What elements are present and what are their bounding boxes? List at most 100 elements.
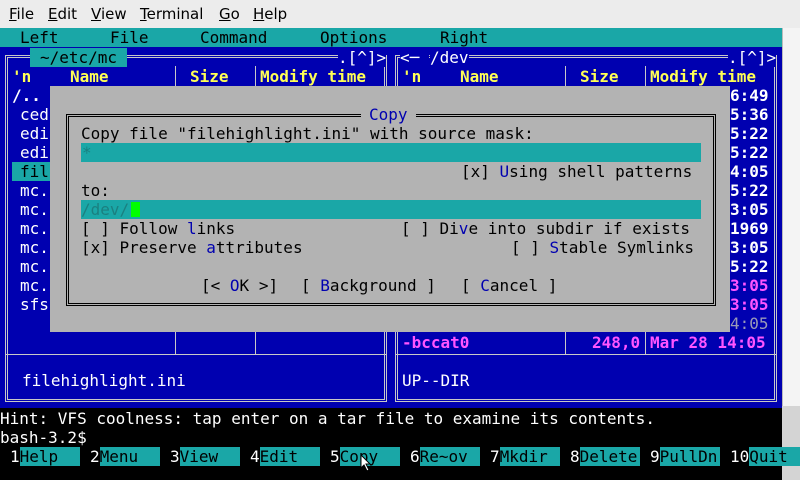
fkey-8[interactable]: 8Delete [570,447,640,466]
shell-prompt[interactable]: bash-3.2$ [0,428,96,447]
fkey-number: 8 [570,447,580,466]
cancel-button[interactable]: [ Cancel ] [461,276,557,295]
right-row-mtime[interactable]: 4:05 [730,162,769,181]
fkey-label: Re~ov [419,447,480,466]
terminal-scrollbar-thumb[interactable] [782,28,800,406]
right-row-mtime[interactable]: 3:05 [730,276,769,295]
left-file-row[interactable]: /.. [12,86,41,105]
right-row-mtime[interactable]: 5:36 [730,105,769,124]
fkey-label: PullDn [659,447,720,466]
right-col-mtime[interactable]: Modify time [650,67,756,86]
follow-links-checkbox[interactable]: [ ] Follow links [81,219,235,238]
right-last-mtime[interactable]: Mar 28 14:05 [650,333,766,352]
left-file-row[interactable]: mc. [20,238,49,257]
right-row-mtime[interactable]: 1969 [730,219,769,238]
left-col-n[interactable]: 'n [12,67,31,86]
right-row-mtime[interactable]: 3:05 [730,200,769,219]
left-file-row[interactable]: edi [20,124,49,143]
fkey-number: 6 [410,447,420,466]
right-row-mtime[interactable]: 3:05 [730,238,769,257]
mc-menu-file[interactable]: File [110,28,149,47]
left-panel-divider [5,354,387,358]
right-panel-path[interactable]: /dev [430,48,469,67]
fkey-label: Delete [579,447,640,466]
menu-go[interactable]: Go [219,5,240,23]
left-col-mtime[interactable]: Modify time [260,67,366,86]
left-file-row[interactable]: mc. [20,181,49,200]
fkey-9[interactable]: 9PullDn [650,447,720,466]
mc-menu-left[interactable]: Left [20,28,59,47]
fkey-label: Menu [99,447,160,466]
copy-dialog-title: Copy [361,105,416,124]
left-panel-corner[interactable]: .[^]> [338,48,387,67]
right-row-mtime[interactable]: 5:22 [730,181,769,200]
right-col-n[interactable]: 'n [402,67,421,86]
left-col-size[interactable]: Size [190,67,229,86]
menu-terminal[interactable]: Terminal [140,5,203,23]
right-row-mtime[interactable]: 5:22 [730,257,769,276]
right-row-mtime[interactable]: 5:22 [730,124,769,143]
fkey-4[interactable]: 4Edit [250,447,320,466]
fkey-number: 5 [330,447,340,466]
left-col-name[interactable]: Name [70,67,109,86]
left-file-row[interactable]: sfs [20,295,49,314]
right-panel-status: UP--DIR [402,371,470,390]
dive-into-subdir-checkbox[interactable]: [ ] Dive into subdir if exists [401,219,690,238]
fkey-label: Help [19,447,80,466]
left-file-row[interactable]: mc. [20,200,49,219]
fkey-number: 4 [250,447,260,466]
fkey-2[interactable]: 2Menu [90,447,160,466]
right-row-mtime[interactable]: 3:05 [730,295,769,314]
menu-file[interactable]: File [9,5,34,23]
left-file-row[interactable]: ced [20,105,49,124]
background-button[interactable]: [ Background ] [301,276,436,295]
hint-line: Hint: VFS coolness: tap enter on a tar f… [0,409,656,428]
right-row-mtime[interactable]: 6:49 [730,86,769,105]
fkey-3[interactable]: 3View [170,447,240,466]
ok-button[interactable]: [< OK >] [201,276,278,295]
fkey-number: 2 [90,447,100,466]
source-mask-label: Copy file "filehighlight.ini" with sourc… [81,124,534,143]
mc-menubar: Left File Command Options Right [0,28,782,47]
shell-patterns-checkbox[interactable]: [x] Using shell patterns [461,162,692,181]
left-file-row[interactable]: mc. [20,257,49,276]
right-col-size[interactable]: Size [580,67,619,86]
menu-edit[interactable]: Edit [48,5,77,23]
fkey-number: 9 [650,447,660,466]
source-mask-value: * [82,143,92,162]
fkey-number: 10 [730,447,750,466]
text-cursor [131,202,140,217]
window-menubar: File Edit View Terminal Go Help [0,0,800,28]
mc-menu-options[interactable]: Options [320,28,387,47]
right-col-name[interactable]: Name [460,67,499,86]
mc-menu-command[interactable]: Command [200,28,267,47]
fkey-1[interactable]: 1Help [10,447,80,466]
right-panel-arrow[interactable]: <─ [400,48,429,67]
left-panel-status: filehighlight.ini [22,371,186,390]
right-panel-corner[interactable]: .[^]> [728,48,777,67]
fkey-7[interactable]: 7Mkdir [490,447,560,466]
destination-value: /dev/ [81,200,130,219]
fkey-label: Edit [259,447,320,466]
fkey-10[interactable]: 10Quit [730,447,800,466]
right-last-name[interactable]: -bccat0 [402,333,469,352]
to-label: to: [81,181,110,200]
menu-view[interactable]: View [91,5,127,23]
left-file-row[interactable]: fil [20,162,49,181]
left-file-row[interactable]: mc. [20,276,49,295]
source-mask-input[interactable]: * [81,143,701,162]
mouse-pointer-icon [360,454,372,472]
left-panel-path[interactable]: ~/etc/mc [30,48,128,67]
mc-menu-right[interactable]: Right [440,28,488,47]
left-file-row[interactable]: mc. [20,219,49,238]
right-row-mtime[interactable]: 5:22 [730,143,769,162]
right-last-size[interactable]: 248,0 [592,333,640,352]
fkey-label: Mkdir [499,447,560,466]
fkey-6[interactable]: 6Re~ov [410,447,480,466]
preserve-attributes-checkbox[interactable]: [x] Preserve attributes [81,238,303,257]
destination-input[interactable]: /dev/ [81,200,701,219]
stable-symlinks-checkbox[interactable]: [ ] Stable Symlinks [511,238,694,257]
left-file-row[interactable]: edi [20,143,49,162]
right-row-mtime[interactable]: 4:05 [730,314,769,333]
menu-help[interactable]: Help [253,5,287,23]
